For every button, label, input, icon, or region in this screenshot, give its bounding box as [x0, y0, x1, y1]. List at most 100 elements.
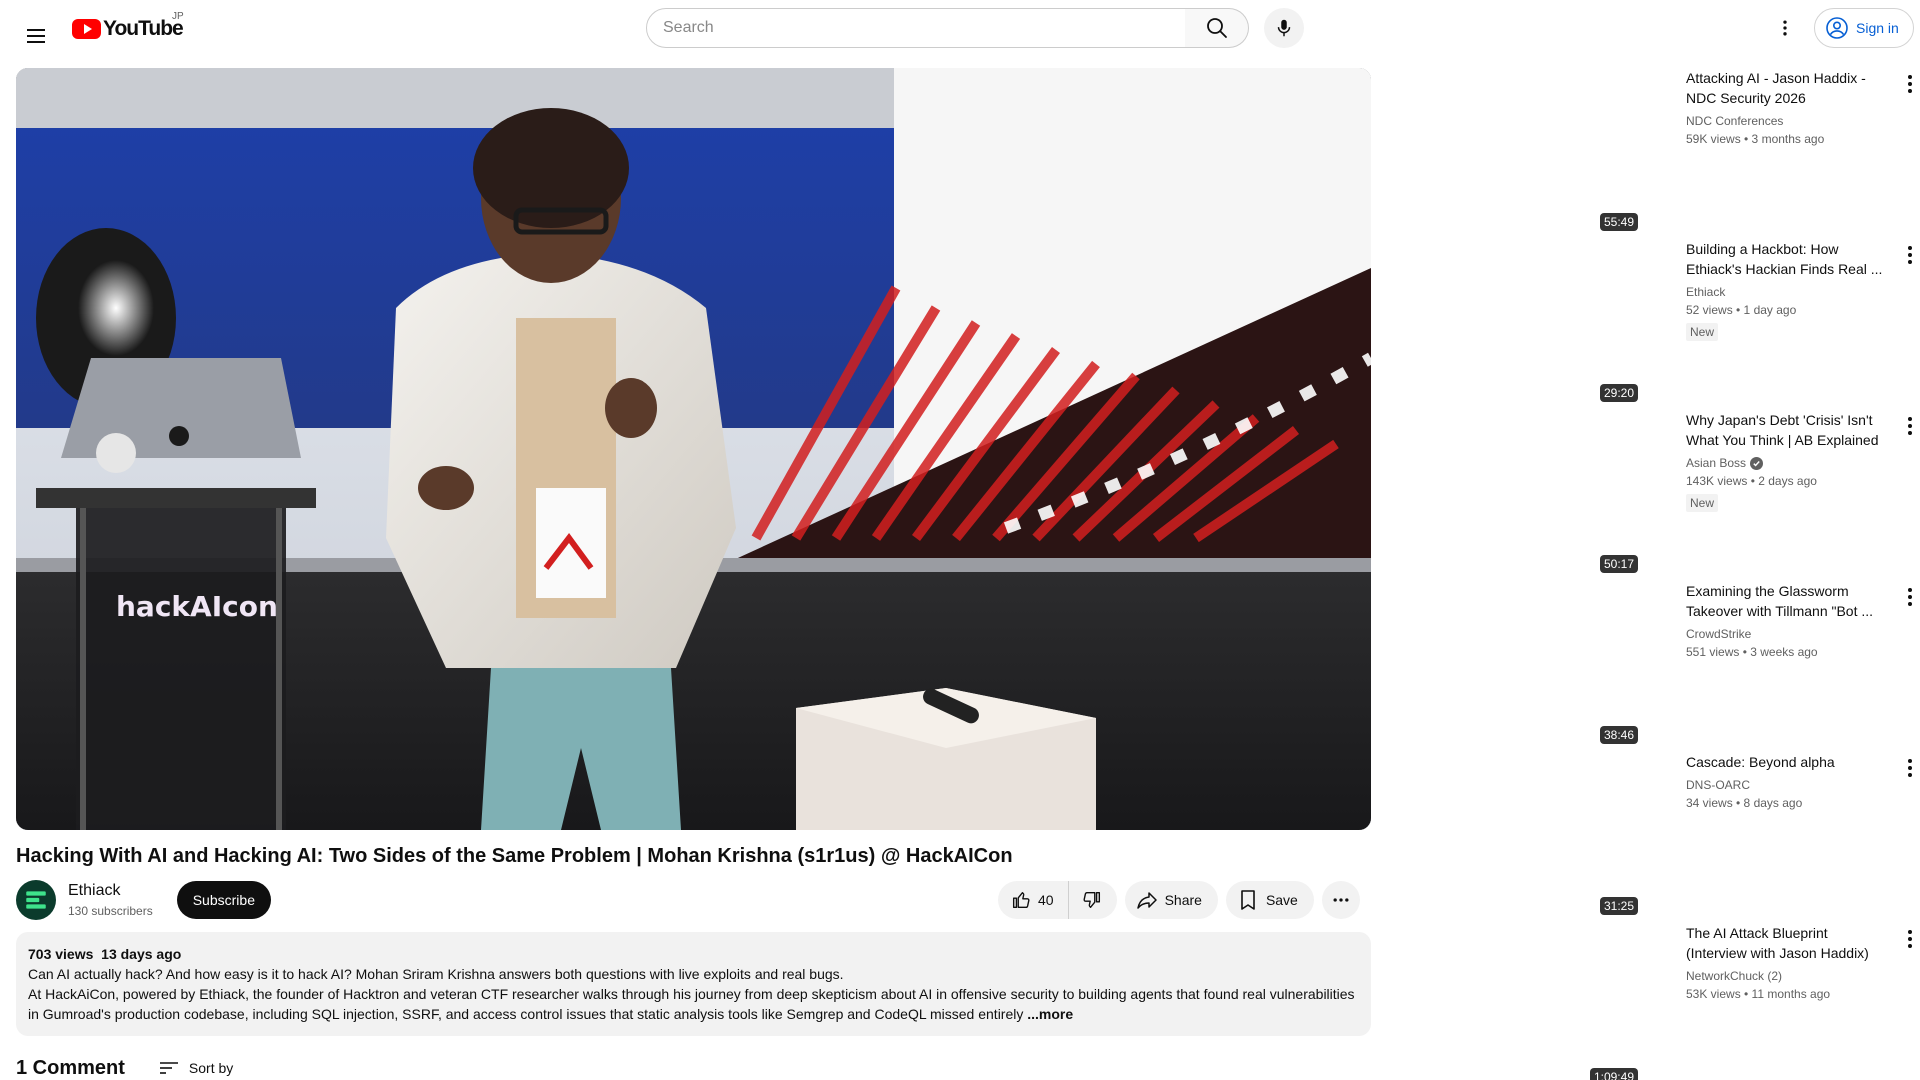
rec-stats: 52 views • 1 day ago — [1686, 303, 1797, 317]
region-code: JP — [172, 11, 184, 22]
rec-meta: The AI Attack Blueprint (Interview with … — [1686, 923, 1886, 1003]
rec-thumbnail[interactable]: 38:46 — [1402, 581, 1642, 744]
video-player[interactable]: hackAIcon — [16, 68, 1371, 830]
sort-by-button[interactable]: Sort by — [157, 1056, 233, 1080]
rec-item[interactable]: 55:49 Attacking AI - Jason Haddix - NDC … — [1402, 56, 1920, 231]
description-box[interactable]: 703 views 13 days ago Can AI actually ha… — [16, 932, 1371, 1036]
sign-in-button[interactable]: Sign in — [1814, 8, 1914, 48]
rec-thumbnail[interactable]: 55:49 — [1402, 68, 1642, 231]
search-box — [646, 8, 1186, 48]
dot-icon — [1908, 260, 1912, 264]
rec-channel: Asian Boss — [1686, 454, 1886, 472]
rec-item[interactable]: 31:25 Cascade: Beyond alpha DNS-OARC 34 … — [1402, 740, 1920, 915]
rec-menu-button[interactable] — [1900, 241, 1920, 269]
rec-meta: Examining the Glassworm Takeover with Ti… — [1686, 581, 1886, 661]
settings-more-button[interactable] — [1765, 8, 1805, 48]
rec-channel: NetworkChuck (2) — [1686, 967, 1886, 985]
search-input[interactable] — [663, 19, 1185, 37]
subscribe-button[interactable]: Subscribe — [176, 881, 271, 919]
sign-in-label: Sign in — [1856, 20, 1899, 36]
rec-menu-button[interactable] — [1900, 412, 1920, 440]
dot-icon — [1908, 588, 1912, 592]
rec-meta: Building a Hackbot: How Ethiack's Hackia… — [1686, 239, 1886, 341]
description-more-link[interactable]: ...more — [1027, 1006, 1073, 1022]
description-line-3-text: in Gumroad's production codebase, includ… — [28, 1006, 1024, 1022]
rec-stats: 551 views • 3 weeks ago — [1686, 645, 1818, 659]
rec-channel: CrowdStrike — [1686, 625, 1886, 643]
dislike-button[interactable] — [1069, 881, 1117, 919]
rec-title[interactable]: Why Japan's Debt 'Crisis' Isn't What You… — [1686, 410, 1886, 450]
bookmark-icon — [1241, 890, 1255, 910]
dot-icon — [1908, 82, 1912, 86]
dot-icon — [1908, 930, 1912, 934]
video-title: Hacking With AI and Hacking AI: Two Side… — [16, 845, 1013, 867]
comment-count: 1 Comment — [16, 1056, 125, 1079]
rec-item[interactable]: 1:09:49 The AI Attack Blueprint (Intervi… — [1402, 911, 1920, 1080]
description-meta: 703 views 13 days ago — [28, 944, 1359, 964]
rec-stats: 59K views • 3 months ago — [1686, 132, 1825, 146]
like-button[interactable]: 40 — [998, 881, 1069, 919]
subscriber-count: 130 subscribers — [68, 904, 153, 918]
channel-name[interactable]: Ethiack — [68, 880, 153, 902]
rec-item[interactable]: 50:17 Why Japan's Debt 'Crisis' Isn't Wh… — [1402, 398, 1920, 573]
dot-icon — [1908, 75, 1912, 79]
dot-icon — [1908, 424, 1912, 428]
hamburger-icon — [27, 29, 45, 43]
rec-menu-button[interactable] — [1900, 583, 1920, 611]
rec-menu-button[interactable] — [1900, 754, 1920, 782]
rec-meta: Why Japan's Debt 'Crisis' Isn't What You… — [1686, 410, 1886, 512]
rec-title[interactable]: Examining the Glassworm Takeover with Ti… — [1686, 581, 1886, 621]
masthead: YouTube JP Sign in — [0, 0, 1920, 56]
dot-icon — [1908, 937, 1912, 941]
voice-search-button[interactable] — [1264, 8, 1304, 48]
rec-thumbnail[interactable]: 1:09:49 — [1402, 923, 1642, 1080]
share-button[interactable]: Share — [1124, 881, 1218, 919]
share-label: Share — [1164, 892, 1202, 908]
youtube-play-icon — [72, 19, 101, 39]
rec-channel-name: DNS-OARC — [1686, 778, 1751, 792]
description-line-3: in Gumroad's production codebase, includ… — [28, 1004, 1359, 1024]
thumbs-down-icon — [1083, 891, 1100, 909]
rec-thumbnail[interactable]: 29:20 — [1402, 239, 1642, 402]
new-badge: New — [1686, 323, 1719, 341]
rec-duration: 1:09:49 — [1589, 1068, 1638, 1080]
youtube-logo[interactable]: YouTube JP — [72, 11, 184, 41]
rec-stats: 143K views • 2 days ago — [1686, 474, 1817, 488]
rec-title[interactable]: Building a Hackbot: How Ethiack's Hackia… — [1686, 239, 1886, 279]
like-dislike-group: 40 — [998, 881, 1117, 919]
rec-meta: Attacking AI - Jason Haddix - NDC Securi… — [1686, 68, 1886, 148]
rec-item[interactable]: 38:46 Examining the Glassworm Takeover w… — [1402, 569, 1920, 744]
rec-item[interactable]: 29:20 Building a Hackbot: How Ethiack's … — [1402, 227, 1920, 402]
sort-icon — [159, 1062, 178, 1074]
more-actions-button[interactable] — [1321, 881, 1360, 919]
dot-icon — [1908, 417, 1912, 421]
dot-icon — [1908, 766, 1912, 770]
verified-check-icon — [1750, 456, 1764, 470]
view-count: 703 views — [28, 946, 94, 962]
search-button[interactable] — [1185, 8, 1249, 48]
rec-channel-name: NetworkChuck (2) — [1686, 969, 1783, 983]
rec-title[interactable]: The AI Attack Blueprint (Interview with … — [1686, 923, 1886, 963]
channel-avatar[interactable] — [16, 880, 56, 920]
rec-channel: NDC Conferences — [1686, 112, 1886, 130]
description-line-2: At HackAiCon, powered by Ethiack, the fo… — [28, 986, 1355, 1002]
rec-title[interactable]: Cascade: Beyond alpha — [1686, 752, 1886, 772]
rec-menu-button[interactable] — [1900, 925, 1920, 953]
stage-sign-text: hackAIcon — [116, 590, 278, 623]
save-label: Save — [1265, 892, 1298, 908]
rec-channel-name: CrowdStrike — [1686, 627, 1752, 641]
save-button[interactable]: Save — [1225, 881, 1314, 919]
more-horizontal-icon — [1333, 898, 1349, 902]
guide-menu-button[interactable] — [16, 16, 56, 56]
rec-thumbnail[interactable]: 50:17 — [1402, 410, 1642, 573]
rec-title[interactable]: Attacking AI - Jason Haddix - NDC Securi… — [1686, 68, 1886, 108]
dot-icon — [1908, 759, 1912, 763]
account-circle-icon — [1826, 17, 1848, 39]
rec-thumbnail[interactable]: 31:25 — [1402, 752, 1642, 915]
video-frame: hackAIcon — [16, 68, 1371, 830]
new-badge: New — [1686, 494, 1719, 512]
upload-date: 13 days ago — [101, 946, 182, 962]
ethiack-logo-icon — [26, 891, 46, 909]
comments-header: 1 Comment Sort by — [16, 1056, 233, 1080]
rec-menu-button[interactable] — [1900, 70, 1920, 98]
